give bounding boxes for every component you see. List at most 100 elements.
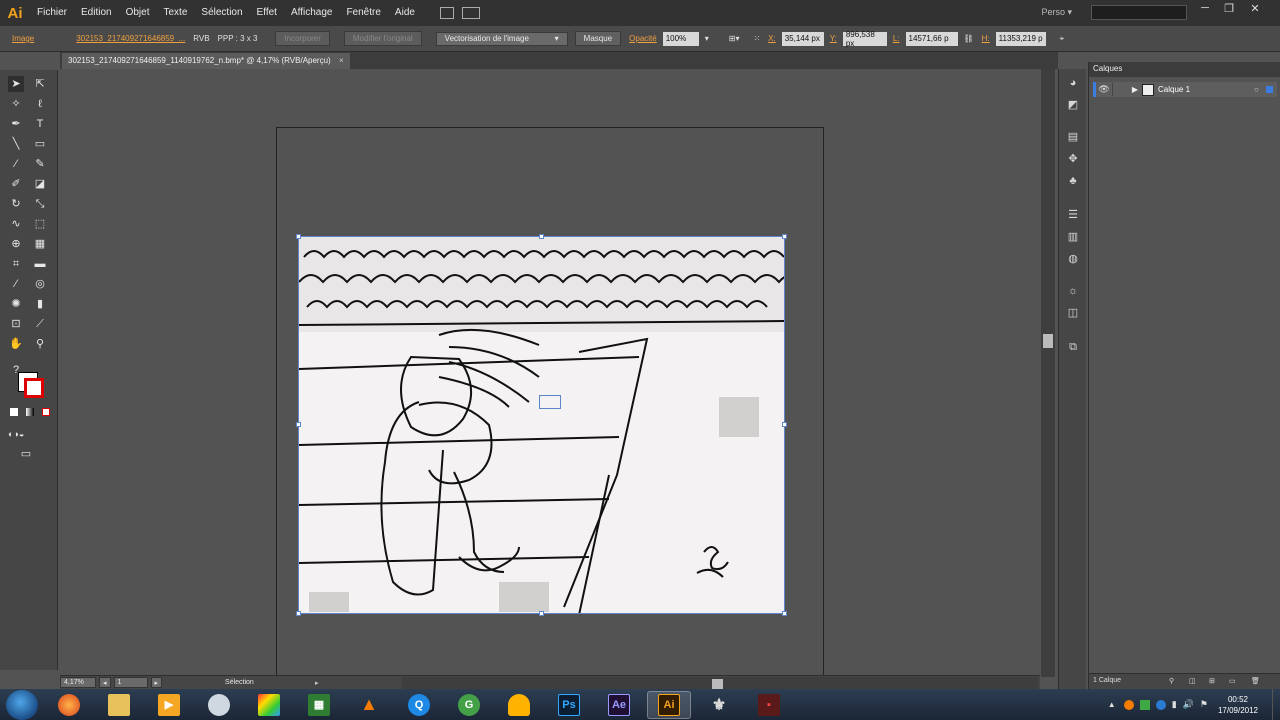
menu-edition[interactable]: Edition xyxy=(74,0,119,26)
height-field[interactable]: 11353,219 p xyxy=(995,31,1046,46)
handle-bottom-mid[interactable] xyxy=(539,611,544,616)
y-field[interactable]: 896,538 px xyxy=(842,30,887,48)
tray-signal-icon[interactable]: ▮ xyxy=(1172,699,1177,710)
layer-row[interactable]: 👁 ▶ Calque 1 ○ xyxy=(1093,82,1277,97)
tray-app-icon[interactable] xyxy=(1123,699,1134,710)
selection-tool-icon[interactable]: ➤ xyxy=(8,76,24,92)
warp-tool-icon[interactable]: ∿ xyxy=(8,216,24,232)
type-tool-icon[interactable]: T xyxy=(32,116,48,132)
taskbar-quicktime[interactable]: Q xyxy=(397,691,441,719)
taskbar-folder[interactable] xyxy=(497,691,541,719)
color-panel-icon[interactable]: ◕ xyxy=(1066,77,1080,89)
swatches-icon[interactable]: ▤ xyxy=(1066,131,1080,143)
bridge-icon[interactable] xyxy=(439,7,454,19)
taskbar-greenshot[interactable]: G xyxy=(447,691,491,719)
taskbar-steam[interactable] xyxy=(197,691,241,719)
slice-tool-icon[interactable]: ⟋ xyxy=(32,316,48,332)
none-mode-button[interactable] xyxy=(42,408,50,416)
horizontal-scroll-thumb[interactable] xyxy=(712,679,723,689)
handle-top-left[interactable] xyxy=(296,234,301,239)
link-proportions-icon[interactable]: ⛓ xyxy=(960,34,978,43)
menu-selection[interactable]: Sélection xyxy=(194,0,249,26)
visibility-eye-icon[interactable]: 👁 xyxy=(1096,84,1112,95)
horizontal-scrollbar[interactable] xyxy=(402,677,1038,689)
minimize-icon[interactable]: ─ xyxy=(1194,2,1216,16)
taskbar-media[interactable]: ▶ xyxy=(147,691,191,719)
opacity-field[interactable]: 100% xyxy=(662,31,699,46)
linked-filename[interactable]: 302153_217409271646859_... xyxy=(72,34,189,43)
vertical-scroll-thumb[interactable] xyxy=(1043,334,1053,348)
brushes-icon[interactable]: ✥ xyxy=(1066,153,1080,165)
clipping-mask-icon[interactable]: ◫ xyxy=(1189,677,1196,685)
symbol-sprayer-tool-icon[interactable]: ✺ xyxy=(8,296,24,312)
opacity-label[interactable]: Opacité xyxy=(625,34,661,43)
new-layer-icon[interactable]: ▭ xyxy=(1229,677,1236,685)
taskbar-explorer[interactable] xyxy=(97,691,141,719)
shape-builder-tool-icon[interactable]: ⊕ xyxy=(8,236,24,252)
tray-flag-icon[interactable]: ⚑ xyxy=(1200,699,1208,710)
menu-effet[interactable]: Effet xyxy=(250,0,284,26)
line-tool-icon[interactable]: ╲ xyxy=(8,136,24,152)
taskbar-game[interactable]: ▪ xyxy=(747,691,791,719)
selection-indicator[interactable] xyxy=(1266,86,1273,93)
handle-mid-left[interactable] xyxy=(296,422,301,427)
pencil-tool-icon[interactable]: ✎ xyxy=(32,156,48,172)
gradient-panel-icon[interactable]: ▥ xyxy=(1066,231,1080,243)
new-sublayer-icon[interactable]: ⊞ xyxy=(1209,677,1215,685)
rotate-tool-icon[interactable]: ↻ xyxy=(8,196,24,212)
expand-arrow-icon[interactable]: ▶ xyxy=(1128,85,1142,94)
taskbar-photoshop[interactable]: Ps xyxy=(547,691,591,719)
taskbar-paint[interactable] xyxy=(247,691,291,719)
symbols-icon[interactable]: ♣ xyxy=(1066,175,1080,187)
arrange-documents-icon[interactable] xyxy=(461,7,480,19)
hand-tool-icon[interactable]: ✋ xyxy=(8,336,24,352)
perspective-grid-tool-icon[interactable]: ▦ xyxy=(32,236,48,252)
show-desktop-button[interactable] xyxy=(1272,689,1280,720)
width-field[interactable]: 14571,66 p xyxy=(905,31,958,46)
taskbar-vlc[interactable]: ▲ xyxy=(347,691,391,719)
align-icon[interactable]: ⊞▾ xyxy=(725,34,744,43)
taskbar-illustrator[interactable]: Ai xyxy=(647,690,691,719)
free-transform-tool-icon[interactable]: ⬚ xyxy=(32,216,48,232)
zoom-field[interactable]: 4,17% xyxy=(60,677,96,688)
target-circle-icon[interactable]: ○ xyxy=(1254,85,1266,94)
zoom-tool-icon[interactable]: ⚲ xyxy=(32,336,48,352)
color-mode-button[interactable] xyxy=(10,408,18,416)
x-field[interactable]: 35,144 px xyxy=(781,31,824,46)
prev-artboard-button[interactable]: ◂ xyxy=(99,677,111,688)
embed-button[interactable]: Incorporer xyxy=(275,31,330,46)
workspace-switcher[interactable]: Perso ▾ xyxy=(1041,7,1072,18)
stroke-swatch[interactable] xyxy=(24,378,44,398)
handle-mid-right[interactable] xyxy=(782,422,787,427)
status-arrow-icon[interactable]: ▸ xyxy=(315,679,319,687)
menu-affichage[interactable]: Affichage xyxy=(284,0,340,26)
next-artboard-button[interactable]: ▸ xyxy=(150,677,163,688)
screen-mode-icon[interactable]: ▭ xyxy=(18,446,34,462)
layers-tab[interactable]: Calques xyxy=(1089,62,1280,77)
object-type-label[interactable]: Image xyxy=(8,34,38,43)
menu-fenetre[interactable]: Fenêtre xyxy=(339,0,387,26)
document-tab[interactable]: 302153_217409271646859_1140919762_n.bmp*… xyxy=(62,53,350,69)
close-icon[interactable]: ✕ xyxy=(1244,2,1266,16)
handle-bottom-left[interactable] xyxy=(296,611,301,616)
graphic-styles-icon[interactable]: ◫ xyxy=(1066,307,1080,319)
layer-name[interactable]: Calque 1 xyxy=(1158,85,1254,94)
tray-volume-icon[interactable]: 🔊 xyxy=(1183,699,1194,710)
taskbar-after-effects[interactable]: Ae xyxy=(597,691,641,719)
eyedropper-tool-icon[interactable]: ⁄ xyxy=(8,276,24,292)
reference-point-icon[interactable]: ⁙ xyxy=(749,34,764,43)
column-graph-tool-icon[interactable]: ▮ xyxy=(32,296,48,312)
artboard-number-field[interactable]: 1 xyxy=(113,677,148,688)
opacity-dropdown-icon[interactable]: ▾ xyxy=(701,34,713,43)
menu-texte[interactable]: Texte xyxy=(157,0,195,26)
appearance-icon[interactable]: ☼ xyxy=(1066,285,1080,297)
locate-object-icon[interactable]: ⚲ xyxy=(1169,677,1174,685)
paintbrush-tool-icon[interactable]: ⁄ xyxy=(8,156,24,172)
direct-selection-tool-icon[interactable]: ⇱ xyxy=(32,76,48,92)
vertical-scrollbar[interactable] xyxy=(1041,69,1055,677)
handle-top-mid[interactable] xyxy=(539,234,544,239)
gradient-tool-icon[interactable]: ▬ xyxy=(32,256,48,272)
fill-stroke-swatch[interactable] xyxy=(18,372,46,398)
placed-image[interactable] xyxy=(298,236,785,614)
rectangle-tool-icon[interactable]: ▭ xyxy=(32,136,48,152)
